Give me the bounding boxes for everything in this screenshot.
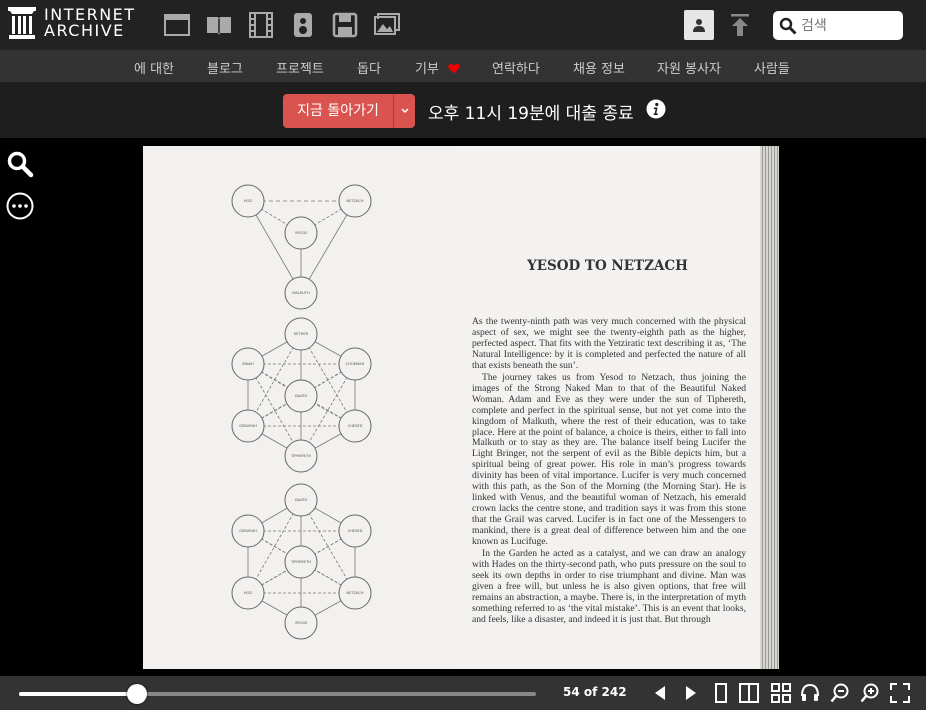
nav-blog[interactable]: 블로그 bbox=[207, 58, 243, 77]
node-label: HOD bbox=[244, 591, 253, 595]
node-label: HOD bbox=[244, 199, 253, 203]
paragraph: In the Garden he acted as a catalyst, an… bbox=[472, 548, 746, 625]
zoom-in-icon[interactable] bbox=[860, 683, 880, 703]
more-options-icon[interactable] bbox=[6, 192, 34, 220]
nav-volunteer[interactable]: 자원 봉사자 bbox=[657, 58, 721, 77]
nav-jobs[interactable]: 채용 정보 bbox=[573, 58, 625, 77]
node-label: KETHER bbox=[294, 332, 309, 336]
fullscreen-icon[interactable] bbox=[890, 683, 910, 703]
side-toolbar bbox=[6, 150, 34, 220]
images-icon[interactable] bbox=[374, 12, 400, 38]
return-now-button[interactable]: 지금 돌아가기 bbox=[283, 94, 415, 128]
return-now-label: 지금 돌아가기 bbox=[297, 103, 379, 119]
node-label: MALKUTH bbox=[292, 291, 310, 295]
slider-fill bbox=[19, 692, 137, 696]
node-label: NETZACH bbox=[346, 199, 364, 203]
logo-line2: ARCHIVE bbox=[44, 21, 125, 40]
archive-building-icon bbox=[8, 7, 36, 39]
search-inside-icon[interactable] bbox=[6, 150, 34, 178]
node-label: YESOD bbox=[295, 231, 308, 235]
book-reader: HOD NETZACH YESOD MALKUTH KETHER BINAH C… bbox=[0, 138, 926, 676]
read-aloud-icon[interactable] bbox=[800, 683, 820, 703]
heart-icon bbox=[448, 63, 460, 74]
secondary-nav: 에 대한 블로그 프로젝트 돕다 기부 연락하다 채용 정보 자원 봉사자 사람… bbox=[0, 50, 926, 82]
node-label: DAATH bbox=[295, 394, 308, 398]
software-icon[interactable] bbox=[332, 12, 358, 38]
reader-toolbar: 54 of 242 bbox=[0, 676, 926, 710]
node-label: CHESED bbox=[348, 529, 363, 533]
audio-icon[interactable] bbox=[290, 12, 316, 38]
page-body-text: As the twenty-ninth path was very much c… bbox=[472, 316, 746, 627]
return-options-dropdown[interactable] bbox=[393, 94, 415, 128]
info-icon[interactable] bbox=[646, 99, 666, 123]
node-label: CHOKMAH bbox=[346, 362, 365, 366]
node-label: TIPHERETH bbox=[290, 560, 311, 564]
next-page-icon[interactable] bbox=[681, 683, 701, 703]
node-label: DAATH bbox=[295, 498, 308, 502]
node-label: BINAH bbox=[242, 362, 254, 366]
nav-about[interactable]: 에 대한 bbox=[134, 58, 174, 77]
node-label: GEBURAH bbox=[239, 424, 257, 428]
chevron-down-icon bbox=[400, 108, 409, 114]
search-box[interactable] bbox=[773, 11, 903, 40]
page-edges bbox=[760, 146, 779, 669]
node-label: CHESED bbox=[348, 424, 363, 428]
upload-icon[interactable] bbox=[728, 12, 752, 38]
paragraph: As the twenty-ninth path was very much c… bbox=[472, 316, 746, 371]
slider-thumb[interactable] bbox=[126, 684, 147, 704]
search-input[interactable] bbox=[801, 17, 897, 34]
user-account-button[interactable] bbox=[684, 10, 714, 40]
logo-text: INTERNET ARCHIVE bbox=[44, 7, 136, 39]
chapter-title: YESOD TO NETZACH bbox=[527, 258, 688, 274]
user-icon bbox=[693, 19, 705, 32]
media-type-nav bbox=[164, 12, 400, 38]
texts-icon[interactable] bbox=[206, 12, 232, 38]
two-page-view-icon[interactable] bbox=[739, 683, 759, 703]
web-icon[interactable] bbox=[164, 12, 190, 38]
zoom-out-icon[interactable] bbox=[830, 683, 850, 703]
nav-contact[interactable]: 연락하다 bbox=[492, 58, 540, 77]
page-indicator: 54 of 242 bbox=[563, 685, 627, 699]
prev-page-icon[interactable] bbox=[651, 683, 671, 703]
node-label: NETZACH bbox=[346, 591, 364, 595]
one-page-view-icon[interactable] bbox=[711, 683, 731, 703]
nav-donate[interactable]: 기부 bbox=[415, 58, 460, 77]
internet-archive-logo[interactable]: INTERNET ARCHIVE bbox=[8, 7, 136, 39]
nav-help[interactable]: 돕다 bbox=[357, 58, 381, 77]
book-spread: HOD NETZACH YESOD MALKUTH KETHER BINAH C… bbox=[143, 146, 779, 669]
video-icon[interactable] bbox=[248, 12, 274, 38]
node-label: TIPHERETH bbox=[290, 454, 311, 458]
thumbnail-view-icon[interactable] bbox=[771, 683, 791, 703]
node-label: YESOD bbox=[295, 621, 308, 625]
loan-status-bar: 지금 돌아가기 오후 11시 19분에 대출 종료 bbox=[0, 82, 926, 138]
nav-projects[interactable]: 프로젝트 bbox=[276, 58, 324, 77]
nav-people[interactable]: 사람들 bbox=[754, 58, 790, 77]
tree-of-life-diagrams: HOD NETZACH YESOD MALKUTH KETHER BINAH C… bbox=[231, 184, 372, 640]
nav-donate-label: 기부 bbox=[415, 62, 439, 77]
left-page[interactable]: HOD NETZACH YESOD MALKUTH KETHER BINAH C… bbox=[143, 146, 455, 669]
page-slider[interactable] bbox=[19, 684, 536, 704]
search-icon bbox=[779, 17, 797, 35]
right-page[interactable]: YESOD TO NETZACH As the twenty-ninth pat… bbox=[455, 146, 760, 669]
loan-expiry-text: 오후 11시 19분에 대출 종료 bbox=[428, 104, 634, 124]
top-navbar: INTERNET ARCHIVE bbox=[0, 0, 926, 50]
paragraph: The journey takes us from Yesod to Netza… bbox=[472, 371, 746, 548]
node-label: GEBURAH bbox=[239, 529, 257, 533]
